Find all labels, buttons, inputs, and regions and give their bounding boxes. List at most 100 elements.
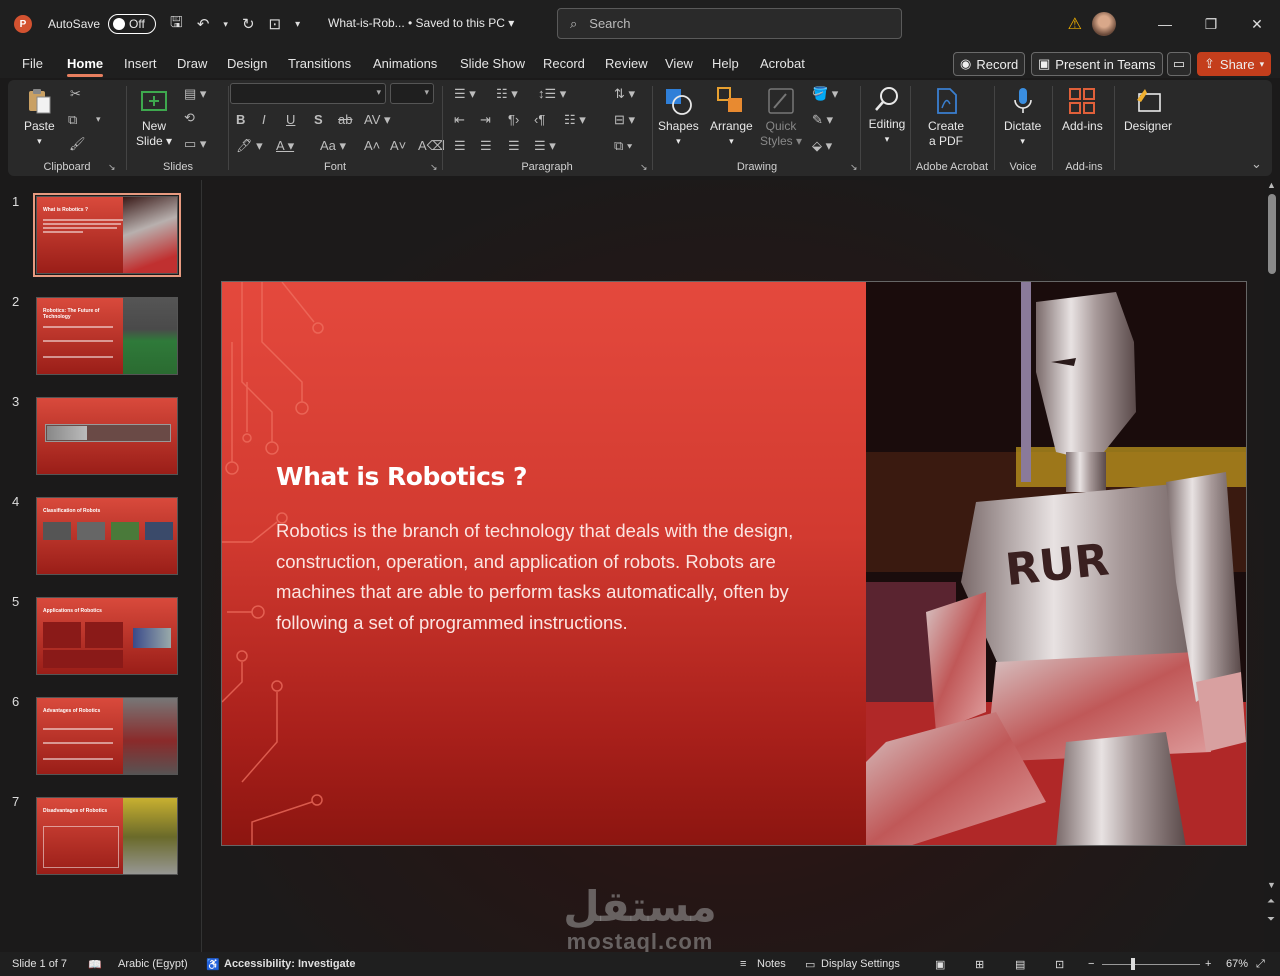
slide-thumbnail-6[interactable]: Advantages of Robotics (36, 697, 178, 775)
columns-icon[interactable]: ☷ ▾ (564, 112, 586, 128)
align-right-icon[interactable]: ☰ (508, 138, 520, 154)
fit-to-window-icon[interactable]: ⤢ (1256, 958, 1265, 971)
addins-button[interactable]: Add-ins (1062, 86, 1103, 134)
slide-thumbnail-4[interactable]: Classification of Robots (36, 497, 178, 575)
chevron-down-icon[interactable]: ▾ (96, 114, 101, 125)
tab-draw[interactable]: Draw (177, 56, 207, 71)
tab-transitions[interactable]: Transitions (288, 56, 351, 71)
arrange-button[interactable]: Arrange ▾ (710, 86, 753, 149)
tab-acrobat[interactable]: Acrobat (760, 56, 805, 71)
dialog-launcher-icon[interactable]: ↘ (850, 162, 858, 173)
present-from-start-icon[interactable]: ⊡ (269, 15, 282, 33)
redo-icon[interactable]: ↻ (242, 15, 255, 33)
character-spacing-icon[interactable]: AV ▾ (364, 112, 391, 128)
smartart-icon[interactable]: ⧉ ▾ (614, 138, 632, 154)
tab-record[interactable]: Record (543, 56, 585, 71)
search-box[interactable]: ⌕ Search (557, 8, 902, 39)
reset-icon[interactable]: ⟲ (184, 110, 195, 126)
bold-icon[interactable]: B (236, 112, 245, 127)
dialog-launcher-icon[interactable]: ↘ (108, 162, 116, 173)
tab-slide-show[interactable]: Slide Show (460, 56, 525, 71)
cut-icon[interactable]: ✂ (70, 86, 81, 102)
tab-file[interactable]: File (22, 56, 43, 71)
quick-styles-button[interactable]: Quick Styles ▾ (760, 86, 802, 149)
slide-thumbnail-1[interactable]: What is Robotics ? (33, 193, 181, 277)
collapse-ribbon-icon[interactable]: ⌄ (1251, 156, 1262, 172)
share-button[interactable]: ⇪ Share ▾ (1197, 52, 1272, 76)
rtl-icon[interactable]: ‹¶ (534, 112, 545, 127)
dictate-button[interactable]: Dictate ▾ (1004, 86, 1041, 149)
align-text-icon[interactable]: ⊟ ▾ (614, 112, 635, 128)
shape-fill-icon[interactable]: 🪣 ▾ (812, 86, 838, 102)
dialog-launcher-icon[interactable]: ↘ (640, 162, 648, 173)
record-button[interactable]: ◉ Record (953, 52, 1026, 76)
undo-icon[interactable]: ↶ (197, 15, 210, 33)
next-slide-icon[interactable]: ⏷ (1267, 914, 1275, 925)
vertical-scrollbar[interactable]: ▲ ▼ ⏶ ⏷ (1264, 180, 1280, 952)
shape-outline-icon[interactable]: ✎ ▾ (812, 112, 833, 128)
font-color-icon[interactable]: A ▾ (276, 138, 294, 154)
justify-icon[interactable]: ☰ ▾ (534, 138, 556, 154)
paste-button[interactable]: Paste ▾ (24, 86, 55, 149)
slide-thumbnail-7[interactable]: Disadvantages of Robotics (36, 797, 178, 875)
bullets-icon[interactable]: ☰ ▾ (454, 86, 476, 102)
format-painter-icon[interactable]: 🖌 (69, 136, 86, 152)
shapes-button[interactable]: Shapes ▾ (658, 86, 699, 149)
slide-body-text[interactable]: Robotics is the branch of technology tha… (276, 516, 796, 638)
text-direction-icon[interactable]: ⇅ ▾ (614, 86, 635, 102)
tab-review[interactable]: Review (605, 56, 648, 71)
previous-slide-icon[interactable]: ⏶ (1267, 896, 1275, 907)
tab-design[interactable]: Design (227, 56, 267, 71)
tab-help[interactable]: Help (712, 56, 739, 71)
font-name-dropdown[interactable]: ▾ (230, 83, 386, 104)
change-case-icon[interactable]: Aa ▾ (320, 138, 346, 154)
zoom-level[interactable]: 67% (1226, 958, 1248, 970)
zoom-out-icon[interactable]: − (1088, 958, 1094, 970)
undo-dropdown-icon[interactable]: ▾ (223, 19, 228, 30)
zoom-in-icon[interactable]: + (1205, 958, 1211, 970)
save-icon[interactable]: 🖫 (170, 12, 183, 37)
slide-thumbnail-2[interactable]: Robotics: The Future of Technology (36, 297, 178, 375)
create-pdf-button[interactable]: Create a PDF (928, 86, 964, 149)
scroll-down-icon[interactable]: ▼ (1267, 880, 1276, 890)
copy-icon[interactable]: ⧉ (68, 112, 77, 128)
spell-check-icon[interactable]: 📖 (88, 958, 102, 971)
align-left-icon[interactable]: ☰ (454, 138, 466, 154)
underline-icon[interactable]: U (286, 112, 295, 127)
increase-indent-icon[interactable]: ⇥ (480, 112, 491, 128)
new-slide-button[interactable]: New Slide ▾ (136, 86, 172, 149)
slide-thumbnail-5[interactable]: Applications of Robotics (36, 597, 178, 675)
decrease-font-icon[interactable]: A˅ (390, 138, 406, 153)
notes-icon[interactable]: ≡ (740, 958, 746, 970)
dialog-launcher-icon[interactable]: ↘ (430, 162, 438, 173)
slide-sorter-icon[interactable]: ⊞ (975, 958, 984, 971)
reading-view-icon[interactable]: ▤ (1015, 958, 1025, 971)
section-icon[interactable]: ▭ ▾ (184, 136, 206, 152)
restore-icon[interactable]: ❐ (1188, 16, 1234, 33)
align-center-icon[interactable]: ☰ (480, 138, 492, 154)
tab-view[interactable]: View (665, 56, 693, 71)
avatar[interactable] (1092, 12, 1116, 36)
font-size-dropdown[interactable]: ▾ (390, 83, 434, 104)
tab-home[interactable]: Home (67, 56, 104, 77)
increase-font-icon[interactable]: A˄ (364, 138, 380, 153)
designer-button[interactable]: Designer (1124, 86, 1172, 134)
slide-title[interactable]: What is Robotics ? (276, 462, 527, 491)
tab-insert[interactable]: Insert (124, 56, 157, 71)
ltr-icon[interactable]: ¶› (508, 112, 519, 127)
normal-view-icon[interactable]: ▣ (935, 958, 945, 971)
display-settings-icon[interactable]: ▭ (805, 958, 815, 971)
document-title[interactable]: What-is-Rob... • Saved to this PC ▾ (328, 16, 514, 30)
autosave-toggle[interactable]: Off (108, 14, 157, 34)
layout-icon[interactable]: ▤ ▾ (184, 86, 206, 102)
comments-button[interactable]: ▭ (1167, 52, 1191, 76)
close-icon[interactable]: ✕ (1234, 16, 1280, 33)
line-spacing-icon[interactable]: ↕☰ ▾ (538, 86, 566, 102)
tab-animations[interactable]: Animations (373, 56, 437, 71)
strikethrough-icon[interactable]: ab (338, 112, 352, 127)
slide-thumbnail-3[interactable] (36, 397, 178, 475)
decrease-indent-icon[interactable]: ⇤ (454, 112, 465, 128)
zoom-slider[interactable] (1102, 964, 1200, 965)
zoom-slider-thumb[interactable] (1131, 958, 1135, 970)
present-in-teams-button[interactable]: ▣ Present in Teams (1031, 52, 1163, 76)
